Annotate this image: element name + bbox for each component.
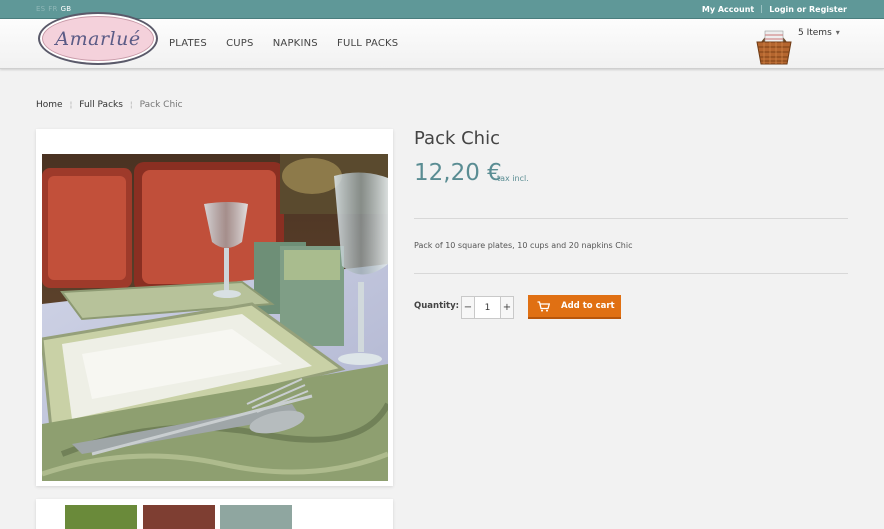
nav-napkins[interactable]: NAPKINS <box>273 38 318 49</box>
breadcrumb-separator: ¦ <box>69 100 73 109</box>
quantity-label: Quantity: <box>414 301 460 311</box>
product-description: Pack of 10 square plates, 10 cups and 20… <box>414 241 633 250</box>
quantity-stepper: − 1 + <box>461 296 514 319</box>
thumbnail-3[interactable] <box>220 505 292 529</box>
product-image-card <box>36 129 393 486</box>
login-register-link[interactable]: Login or Register <box>769 5 847 14</box>
divider <box>414 218 848 219</box>
product-title: Pack Chic <box>414 128 500 149</box>
thumbnail-1[interactable] <box>65 505 137 529</box>
cart-count: 5 Items <box>798 28 832 38</box>
product-price: 12,20 € <box>414 160 502 186</box>
my-account-link[interactable]: My Account <box>702 5 754 14</box>
breadcrumb-separator: ¦ <box>129 100 133 109</box>
thumbnail-2[interactable] <box>143 505 215 529</box>
logo-text: Amarlué <box>55 27 141 50</box>
add-to-cart-label: Add to cart <box>561 301 615 311</box>
language-fr[interactable]: FR <box>48 5 57 13</box>
chevron-down-icon: ▾ <box>835 28 840 37</box>
tax-note: tax incl. <box>497 174 529 183</box>
language-gb[interactable]: GB <box>61 5 72 13</box>
breadcrumb-home[interactable]: Home <box>36 100 63 110</box>
picnic-basket-icon[interactable] <box>752 23 796 67</box>
nav-plates[interactable]: PLATES <box>169 38 207 49</box>
shopping-cart-icon <box>537 301 550 312</box>
breadcrumb: Home ¦ Full Packs ¦ Pack Chic <box>36 100 183 110</box>
quantity-decrease-button[interactable]: − <box>462 297 475 318</box>
breadcrumb-full-packs[interactable]: Full Packs <box>79 100 123 110</box>
quantity-increase-button[interactable]: + <box>500 297 513 318</box>
product-photo[interactable] <box>42 154 388 481</box>
divider <box>761 5 763 13</box>
logo[interactable]: Amarlué <box>38 12 158 65</box>
language-switcher: ES FR GB <box>36 5 74 13</box>
thumbnail-strip <box>36 499 393 529</box>
breadcrumb-current: Pack Chic <box>139 100 183 110</box>
quantity-input[interactable]: 1 <box>475 297 500 318</box>
divider <box>414 273 848 274</box>
account-links: My Account Login or Register <box>702 5 847 14</box>
cart-summary[interactable]: 5 Items ▾ <box>798 28 840 38</box>
language-es[interactable]: ES <box>36 5 45 13</box>
nav-full-packs[interactable]: FULL PACKS <box>337 38 398 49</box>
nav-cups[interactable]: CUPS <box>226 38 253 49</box>
main-nav: PLATES CUPS NAPKINS FULL PACKS <box>169 38 414 49</box>
add-to-cart-button[interactable]: Add to cart <box>528 295 621 319</box>
